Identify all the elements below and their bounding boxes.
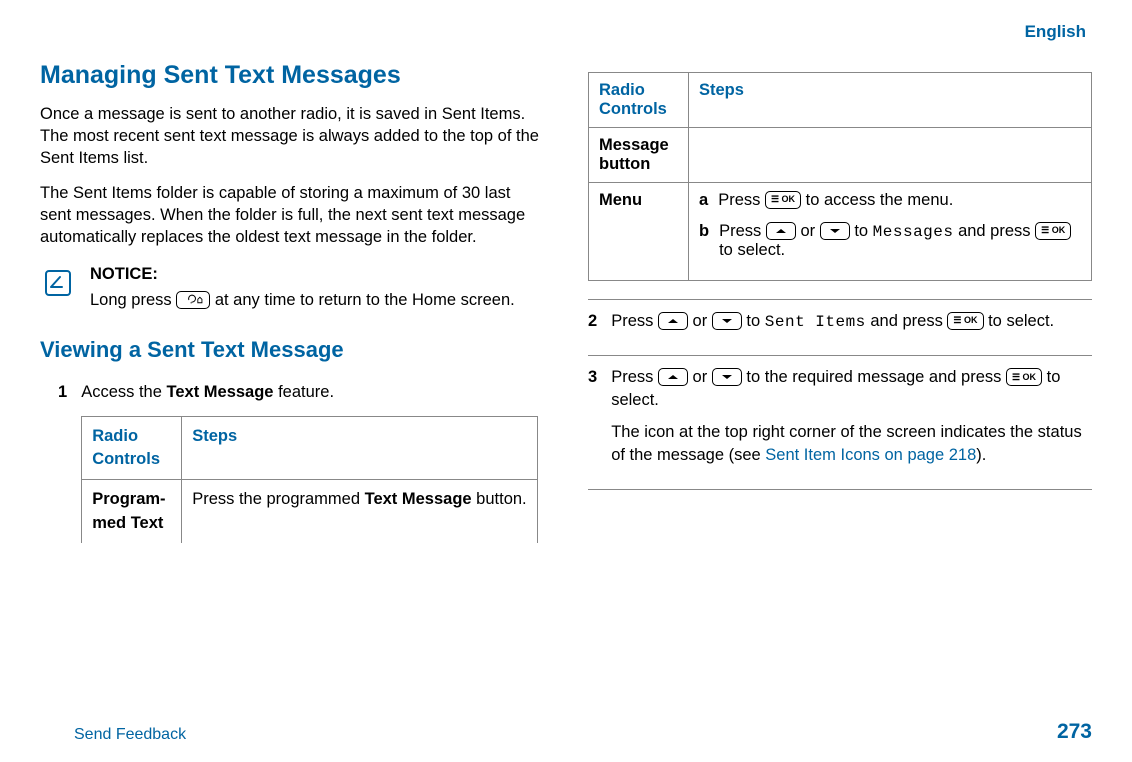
text: and press	[866, 312, 948, 330]
page-footer: Send Feedback 273	[40, 720, 1092, 744]
cell-bold: Text Mes­sage	[365, 490, 472, 508]
up-key-icon	[766, 222, 796, 240]
step-item: 3 Press or to the required message and p…	[588, 355, 1092, 489]
table-row-label: Message button	[589, 128, 689, 183]
step-number: 1	[58, 381, 67, 404]
cross-reference-link[interactable]: Sent Item Icons on page 218	[765, 446, 976, 464]
up-key-icon	[658, 312, 688, 330]
left-column: Managing Sent Text Messages Once a messa…	[40, 60, 544, 557]
text: and press	[953, 222, 1035, 240]
text: ).	[976, 446, 986, 464]
ok-key-icon	[765, 191, 801, 209]
step-bold: Text Message	[166, 383, 273, 401]
paragraph: The Sent Items folder is capable of stor…	[40, 183, 544, 248]
text: to access the menu.	[806, 191, 954, 209]
step-number: 3	[588, 366, 597, 389]
two-column-layout: Managing Sent Text Messages Once a messa…	[40, 60, 1092, 557]
table-cell: a Press to access the menu. b	[689, 183, 1092, 281]
text: or	[693, 312, 712, 330]
substep-body: Press to access the menu.	[718, 191, 953, 210]
step-content: Press or to Sent Items and press to sele…	[611, 310, 1054, 341]
notice-label: NOTICE:	[90, 263, 544, 285]
up-key-icon	[658, 368, 688, 386]
notice-body-after: at any time to return to the Home screen…	[215, 291, 515, 309]
substep-letter: b	[699, 222, 709, 260]
text: Press	[719, 222, 766, 240]
radio-controls-table-continued: Radio Controls Steps Message button Menu…	[588, 72, 1092, 281]
text: to select.	[719, 241, 785, 259]
substep-body: Press or to Messag­es and press to selec…	[719, 222, 1081, 260]
table-header: Steps	[182, 417, 537, 480]
step-content: Press or to the required message and pre…	[611, 366, 1092, 474]
step-list: 1 Access the Text Message feature. Radio…	[40, 381, 544, 542]
text: to	[746, 312, 764, 330]
page-number: 273	[1057, 720, 1092, 744]
substep: a Press to access the menu.	[699, 191, 1081, 210]
step-list-continued: 2 Press or to Sent Items and press to se…	[588, 299, 1092, 490]
down-key-icon	[820, 222, 850, 240]
notice-text: NOTICE: Long press at any time to return…	[90, 263, 544, 312]
notice-icon	[40, 265, 76, 306]
back-home-key-icon	[176, 291, 210, 309]
step-content: Access the Text Message feature. Radio C…	[81, 381, 537, 542]
text: Press	[611, 312, 658, 330]
down-key-icon	[712, 368, 742, 386]
right-column: Radio Controls Steps Message button Menu…	[588, 60, 1092, 557]
table-cell: Press the programmed Text Mes­sage butto…	[182, 480, 537, 543]
notice-body-before: Long press	[90, 291, 176, 309]
table-header: Radio Controls	[589, 73, 689, 128]
ok-key-icon	[1006, 368, 1042, 386]
text: to	[854, 222, 872, 240]
text: or	[693, 368, 712, 386]
language-header: English	[40, 22, 1092, 42]
subsection-heading: Viewing a Sent Text Message	[40, 337, 544, 363]
step-text: feature.	[273, 383, 334, 401]
section-heading: Managing Sent Text Messages	[40, 60, 544, 90]
step-number: 2	[588, 310, 597, 333]
substep: b Press or to Messag­es and press to sel…	[699, 222, 1081, 260]
send-feedback-link[interactable]: Send Feedback	[40, 726, 186, 744]
table-row-label: Menu	[589, 183, 689, 281]
text: to the required message and press	[746, 368, 1006, 386]
text: Press	[611, 368, 658, 386]
mono-text: Sent Items	[765, 313, 866, 331]
table-row-label: Pro­gram­med Text	[82, 480, 182, 543]
text: to select.	[988, 312, 1054, 330]
ok-key-icon	[947, 312, 983, 330]
cell-text: button.	[472, 490, 527, 508]
mono-text: Messag­es	[873, 223, 954, 241]
table-header: Radio Controls	[82, 417, 182, 480]
notice-block: NOTICE: Long press at any time to return…	[40, 263, 544, 312]
down-key-icon	[712, 312, 742, 330]
text: or	[800, 222, 819, 240]
ok-key-icon	[1035, 222, 1071, 240]
cell-text: Press the programmed	[192, 490, 364, 508]
text: Press	[718, 191, 765, 209]
step-item: 2 Press or to Sent Items and press to se…	[588, 299, 1092, 341]
table-header: Steps	[689, 73, 1092, 128]
substep-letter: a	[699, 191, 708, 210]
step-item: 1 Access the Text Message feature. Radio…	[58, 381, 544, 542]
paragraph: Once a message is sent to another radio,…	[40, 104, 544, 169]
table-cell-empty	[689, 128, 1092, 183]
page-container: English Managing Sent Text Messages Once…	[0, 0, 1132, 762]
step-text: Access the	[81, 383, 166, 401]
radio-controls-table: Radio Controls Steps Pro­gram­med Text P…	[81, 416, 537, 542]
